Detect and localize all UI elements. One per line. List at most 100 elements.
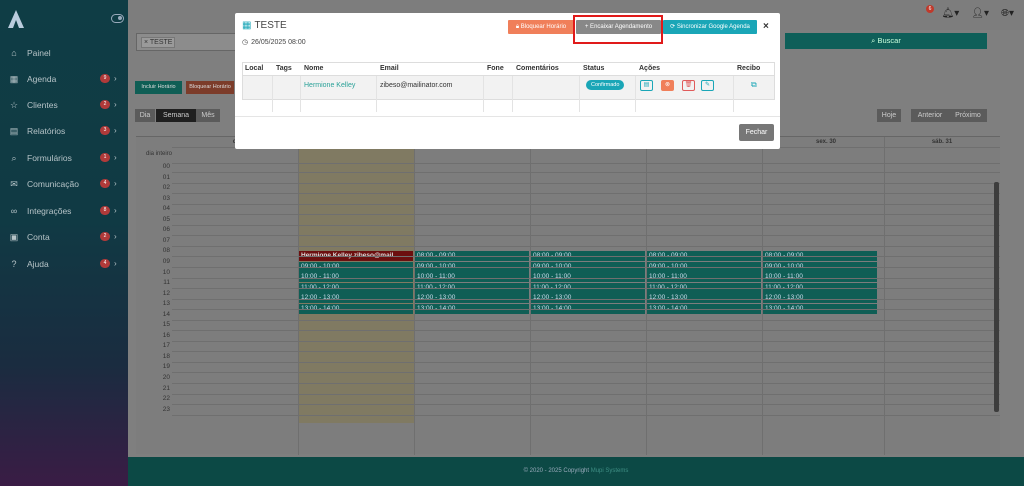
search-button-label: Buscar (877, 36, 901, 45)
briefcase-icon: ▣ (9, 231, 19, 242)
link-icon: ∞ (10, 206, 18, 216)
block-time-button[interactable]: Bloquear Horário (186, 81, 234, 94)
sidebar-item-label: Comunicação (27, 179, 79, 189)
allday-label: dia inteiro (145, 151, 172, 157)
block-time-button[interactable]: 🔒︎ Bloquear Horário (508, 20, 574, 34)
block-time-label: Bloquear Horário (520, 24, 567, 30)
sidebar-item-ajuda[interactable]: ? Ajuda 4 › (0, 254, 128, 274)
delete-icon[interactable]: 🗑︎ (682, 80, 695, 91)
view-week-button[interactable]: Semana (156, 109, 196, 122)
home-icon: ⌂ (11, 48, 17, 58)
sidebar-item-agenda[interactable]: ▦ Agenda 9 › (0, 69, 128, 89)
sync-google-label: Sincronizar Google Agenda (676, 24, 750, 30)
view-month-button[interactable]: Mês (196, 109, 220, 122)
hour-label: 12 (162, 289, 170, 297)
divider (512, 76, 513, 112)
close-icon[interactable]: × (763, 21, 769, 32)
today-button[interactable]: Hoje (877, 109, 901, 122)
copy-receipt-icon[interactable]: ⧉ (751, 80, 757, 90)
hour-label: 05 (162, 215, 170, 223)
col-header-email: Email (380, 65, 399, 72)
sidebar-item-label: Agenda (27, 74, 57, 84)
hour-label: 14 (162, 310, 170, 318)
badge: 8 (100, 206, 110, 215)
badge: 9 (100, 74, 110, 83)
chevron-right-icon: › (114, 126, 117, 135)
next-button[interactable]: Próximo (949, 109, 987, 122)
hour-label: 06 (162, 226, 170, 234)
sidebar-item-conta[interactable]: ▣ Conta 2 › (0, 227, 128, 247)
view-icon[interactable]: ▤ (640, 80, 653, 91)
prev-button[interactable]: Anterior (911, 109, 949, 122)
hour-label: 03 (162, 194, 170, 202)
col-header-tags: Tags (276, 65, 292, 72)
footer-brand-link[interactable]: Mupi Systems (591, 468, 629, 474)
chevron-right-icon: › (114, 206, 117, 215)
highlight-box (573, 15, 663, 44)
hour-line (172, 309, 1000, 311)
sidebar-item-comunicacao[interactable]: ✉ Comunicação 4 › (0, 174, 128, 194)
calendar-icon: ▦ (242, 20, 252, 31)
bell-icon[interactable]: 🔔︎▾ (942, 8, 960, 19)
sidebar-item-painel[interactable]: ⌂ Painel (0, 43, 128, 63)
top-icons: 🔔︎▾ 👤︎▾ 🌐︎▾ (942, 8, 1014, 19)
sync-google-calendar-button[interactable]: ⟳ Sincronizar Google Agenda (663, 20, 757, 34)
sidebar-item-formularios[interactable]: ⌕ Formulários 1 › (0, 148, 128, 168)
search-button[interactable]: ⌕ Buscar (785, 33, 987, 49)
search-input[interactable]: × TESTE (136, 33, 236, 51)
calendar-scrollbar[interactable] (994, 182, 999, 412)
badge: 2 (100, 100, 110, 109)
sidebar-item-relatorios[interactable]: ▤ Relatórios 3 › (0, 121, 128, 141)
hour-label: 21 (162, 384, 170, 392)
lock-icon: 🔒︎ (515, 24, 520, 30)
document-icon: ▤ (9, 125, 19, 136)
col-header-acoes: Ações (639, 65, 661, 72)
hour-line (172, 214, 1000, 216)
clock-icon: ◷ (242, 39, 249, 46)
close-button[interactable]: Fechar (739, 124, 774, 141)
col-header-friday: sex. 30 (815, 139, 837, 145)
hour-line (172, 256, 1000, 258)
divider (483, 76, 484, 112)
table-row: Hermione Kelley zibeso@mailinator.com Co… (243, 75, 774, 112)
col-header-nome: Nome (304, 65, 324, 72)
divider (635, 76, 636, 112)
hour-line (172, 298, 1000, 300)
hour-line (172, 383, 1000, 384)
hour-line (172, 193, 1000, 195)
col-header-fone: Fone (487, 65, 504, 72)
col-header-local: Local (245, 65, 264, 72)
edit-icon[interactable]: ✎ (701, 80, 714, 91)
search-tag[interactable]: × TESTE (141, 37, 176, 48)
chevron-right-icon: › (114, 100, 117, 109)
mail-icon: ✉ (10, 178, 18, 189)
user-icon[interactable]: 👤︎▾ (971, 8, 989, 19)
sidebar-item-integracoes[interactable]: ∞ Integrações 8 › (0, 201, 128, 221)
view-day-button[interactable]: Dia (135, 109, 155, 122)
hour-line (172, 245, 1000, 247)
calendar-grid: dom. sex. 30 sáb. 31 dia inteiro 0001020… (136, 136, 1000, 455)
hour-line (172, 351, 1000, 353)
star-icon: ☆ (9, 99, 19, 110)
divider (272, 76, 273, 112)
divider (300, 76, 301, 112)
badge: 3 (100, 126, 110, 135)
modal-date: ◷ 26/05/2025 08:00 (242, 38, 306, 47)
sidebar-toggle[interactable] (111, 14, 124, 23)
calendar-icon: ▦ (9, 73, 19, 84)
client-name-link[interactable]: Hermione Kelley (304, 82, 355, 89)
cancel-icon[interactable]: ⊗ (661, 80, 674, 91)
sidebar: ⌂ Painel ▦ Agenda 9 › ☆ Clientes 2 › ▤ R… (0, 0, 128, 486)
globe-icon[interactable]: 🌐︎▾ (1001, 8, 1014, 19)
hour-label: 15 (162, 321, 170, 329)
include-time-button[interactable]: Incluir Horário (135, 81, 182, 94)
modal-title: ▦ TESTE (242, 20, 287, 31)
hour-line (172, 372, 1000, 374)
hour-line (172, 224, 1000, 226)
hour-label: 00 (162, 163, 170, 170)
modal-title-text: TESTE (254, 20, 287, 31)
sidebar-item-label: Ajuda (27, 259, 49, 269)
hour-label: 17 (162, 342, 170, 350)
sidebar-item-clientes[interactable]: ☆ Clientes 2 › (0, 95, 128, 115)
chevron-right-icon: › (114, 232, 117, 241)
